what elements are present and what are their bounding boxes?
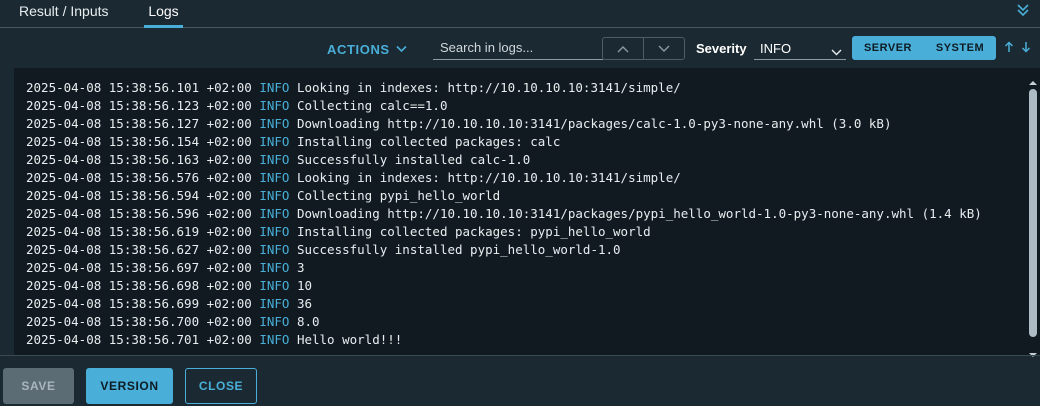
log-level: INFO	[259, 314, 290, 329]
log-output-panel: 2025-04-08 15:38:56.101 +02:00 INFO Look…	[14, 68, 1040, 357]
chevron-down-icon	[831, 44, 842, 59]
log-level: INFO	[259, 116, 290, 131]
close-button[interactable]: CLOSE	[185, 368, 257, 404]
previous-match-button[interactable]	[603, 38, 643, 59]
log-message: Installing collected packages: pypi_hell…	[296, 224, 651, 239]
log-line: 2025-04-08 15:38:56.700 +02:00 INFO 8.0	[26, 313, 982, 331]
log-line: 2025-04-08 15:38:56.127 +02:00 INFO Down…	[26, 115, 982, 133]
severity-label: Severity	[696, 41, 747, 56]
log-line: 2025-04-08 15:38:56.699 +02:00 INFO 36	[26, 295, 982, 313]
actions-dropdown-button[interactable]: ACTIONS	[327, 41, 407, 57]
log-line: 2025-04-08 15:38:56.594 +02:00 INFO Coll…	[26, 187, 982, 205]
scrollbar-thumb[interactable]	[1029, 89, 1037, 337]
log-level: INFO	[259, 170, 290, 185]
severity-value: INFO	[760, 41, 792, 56]
log-message: Hello world!!!	[296, 332, 403, 347]
search-input[interactable]	[433, 36, 603, 58]
log-message: Downloading http://10.10.10.10:3141/pack…	[296, 116, 892, 131]
log-message: Installing collected packages: calc	[296, 134, 561, 149]
log-level: INFO	[259, 224, 290, 239]
match-navigation	[602, 37, 685, 60]
log-message: Successfully installed pypi_hello_world-…	[296, 242, 621, 257]
next-match-button[interactable]	[643, 38, 684, 59]
log-timestamp: 2025-04-08 15:38:56.596 +02:00	[26, 206, 252, 221]
log-timestamp: 2025-04-08 15:38:56.627 +02:00	[26, 242, 252, 257]
log-level: INFO	[259, 260, 290, 275]
log-message: Looking in indexes: http://10.10.10.10:3…	[296, 170, 681, 185]
log-level: INFO	[259, 242, 290, 257]
log-timestamp: 2025-04-08 15:38:56.701 +02:00	[26, 332, 252, 347]
log-line: 2025-04-08 15:38:56.701 +02:00 INFO Hell…	[26, 331, 982, 349]
log-message: 36	[296, 296, 313, 311]
log-timestamp: 2025-04-08 15:38:56.700 +02:00	[26, 314, 252, 329]
arrow-down-icon[interactable]	[1021, 41, 1031, 53]
log-line: 2025-04-08 15:38:56.576 +02:00 INFO Look…	[26, 169, 982, 187]
tab-result-inputs[interactable]: Result / Inputs	[19, 3, 109, 28]
system-logs-button[interactable]: SYSTEM	[924, 36, 996, 60]
log-line: 2025-04-08 15:38:56.697 +02:00 INFO 3	[26, 259, 982, 277]
severity-select[interactable]: INFO	[754, 36, 846, 60]
log-timestamp: 2025-04-08 15:38:56.163 +02:00	[26, 152, 252, 167]
log-message: 8.0	[296, 314, 320, 329]
log-line: 2025-04-08 15:38:56.596 +02:00 INFO Down…	[26, 205, 982, 223]
log-level: INFO	[259, 296, 290, 311]
log-message: Collecting pypi_hello_world	[296, 188, 501, 203]
scroll-down-arrow-icon[interactable]	[1029, 346, 1037, 357]
log-source-toggle: SERVER SYSTEM	[852, 36, 996, 60]
log-message: 3	[296, 260, 305, 275]
sort-controls	[1004, 41, 1031, 53]
log-timestamp: 2025-04-08 15:38:56.698 +02:00	[26, 278, 252, 293]
log-level: INFO	[259, 98, 290, 113]
server-logs-button[interactable]: SERVER	[852, 36, 924, 60]
log-level: INFO	[259, 188, 290, 203]
log-lines: 2025-04-08 15:38:56.101 +02:00 INFO Look…	[26, 79, 982, 349]
log-message: Collecting calc==1.0	[296, 98, 448, 113]
chevron-up-icon	[617, 40, 629, 58]
search-field	[433, 36, 603, 60]
log-scrollbar[interactable]	[1028, 74, 1038, 357]
log-line: 2025-04-08 15:38:56.101 +02:00 INFO Look…	[26, 79, 982, 97]
log-level: INFO	[259, 206, 290, 221]
double-chevron-down-icon[interactable]	[1016, 3, 1030, 17]
log-timestamp: 2025-04-08 15:38:56.123 +02:00	[26, 98, 252, 113]
dialog-footer: SAVE VERSION CLOSE	[0, 355, 1040, 406]
log-message: 10	[296, 278, 313, 293]
save-button[interactable]: SAVE	[3, 368, 74, 404]
scroll-up-arrow-icon[interactable]	[1029, 74, 1037, 85]
log-timestamp: 2025-04-08 15:38:56.127 +02:00	[26, 116, 252, 131]
log-level: INFO	[259, 152, 290, 167]
log-timestamp: 2025-04-08 15:38:56.619 +02:00	[26, 224, 252, 239]
log-level: INFO	[259, 80, 290, 95]
log-line: 2025-04-08 15:38:56.154 +02:00 INFO Inst…	[26, 133, 982, 151]
log-timestamp: 2025-04-08 15:38:56.576 +02:00	[26, 170, 252, 185]
log-level: INFO	[259, 332, 290, 347]
log-message: Downloading http://10.10.10.10:3141/pack…	[296, 206, 982, 221]
log-level: INFO	[259, 134, 290, 149]
tab-logs[interactable]: Logs	[144, 3, 183, 28]
log-line: 2025-04-08 15:38:56.698 +02:00 INFO 10	[26, 277, 982, 295]
log-line: 2025-04-08 15:38:56.619 +02:00 INFO Inst…	[26, 223, 982, 241]
tab-bar: Result / Inputs Logs	[0, 0, 1040, 28]
log-timestamp: 2025-04-08 15:38:56.697 +02:00	[26, 260, 252, 275]
log-message: Looking in indexes: http://10.10.10.10:3…	[296, 80, 681, 95]
log-message: Successfully installed calc-1.0	[296, 152, 531, 167]
log-line: 2025-04-08 15:38:56.627 +02:00 INFO Succ…	[26, 241, 982, 259]
log-timestamp: 2025-04-08 15:38:56.594 +02:00	[26, 188, 252, 203]
log-timestamp: 2025-04-08 15:38:56.154 +02:00	[26, 134, 252, 149]
chevron-down-icon	[396, 41, 407, 56]
log-line: 2025-04-08 15:38:56.123 +02:00 INFO Coll…	[26, 97, 982, 115]
version-button[interactable]: VERSION	[86, 368, 173, 404]
log-timestamp: 2025-04-08 15:38:56.699 +02:00	[26, 296, 252, 311]
log-line: 2025-04-08 15:38:56.163 +02:00 INFO Succ…	[26, 151, 982, 169]
arrow-up-icon[interactable]	[1004, 41, 1014, 53]
chevron-down-icon	[658, 40, 670, 58]
actions-label: ACTIONS	[327, 42, 390, 57]
log-toolbar: ACTIONS Severity INFO SERVER SYSTEM	[0, 28, 1040, 68]
log-timestamp: 2025-04-08 15:38:56.101 +02:00	[26, 80, 252, 95]
log-level: INFO	[259, 278, 290, 293]
